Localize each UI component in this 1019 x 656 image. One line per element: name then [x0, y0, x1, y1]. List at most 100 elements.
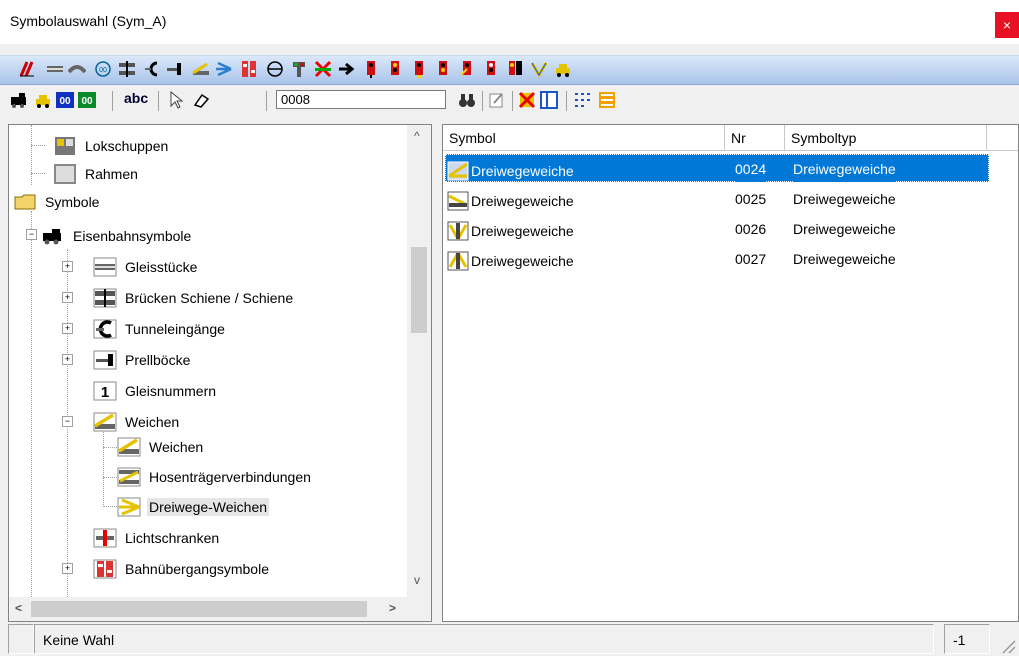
- signal-icon[interactable]: [386, 60, 404, 78]
- details-view-icon[interactable]: [598, 91, 616, 109]
- column-header-symbol[interactable]: Symbol: [443, 125, 725, 151]
- expand-toggle[interactable]: +: [62, 563, 73, 574]
- tunnel-icon[interactable]: [143, 60, 161, 78]
- level-crossing-icon: [93, 559, 117, 579]
- table-row[interactable]: Dreiwegeweiche 0024 Dreiwegeweiche: [443, 156, 1018, 184]
- scroll-down-icon[interactable]: v: [414, 573, 420, 587]
- expand-toggle[interactable]: +: [62, 261, 73, 272]
- parallel-tracks-icon[interactable]: [18, 60, 36, 78]
- track-number-display-icon[interactable]: 00: [94, 60, 112, 78]
- three-way-switch-icon[interactable]: [214, 60, 232, 78]
- tree-item-bahnuebergang[interactable]: Bahnübergangsymbole: [93, 554, 271, 582]
- tree-item-eisenbahnsymbole[interactable]: Eisenbahnsymbole: [41, 221, 193, 249]
- direction-arrow-icon[interactable]: [338, 60, 356, 78]
- table-row[interactable]: Dreiwegeweiche 0027 Dreiwegeweiche: [443, 246, 1018, 274]
- number-display-blue-icon[interactable]: 00: [56, 91, 74, 109]
- track-icon: [93, 257, 117, 277]
- car-icon[interactable]: [554, 60, 572, 78]
- tunnel-icon: [93, 319, 117, 339]
- tree-item-lokschuppen[interactable]: Lokschuppen: [53, 131, 170, 159]
- tree-line: [31, 211, 32, 611]
- closed-track-icon[interactable]: [314, 60, 332, 78]
- main-toolbar: 00 00 abc: [0, 87, 1019, 117]
- small-icons-view-icon[interactable]: [574, 91, 592, 109]
- symbol-list[interactable]: Symbol Nr Symboltyp Dreiwegeweiche 0024 …: [442, 124, 1019, 622]
- signal-post-icon[interactable]: [290, 60, 308, 78]
- tree-vertical-scrollbar[interactable]: ^ v: [407, 125, 431, 597]
- tree-item-rahmen[interactable]: Rahmen: [53, 159, 140, 187]
- scissors-crossing-icon: [117, 467, 141, 487]
- level-crossing-icon[interactable]: [240, 60, 258, 78]
- tree-item-dreiwege-weichen[interactable]: Dreiwege-Weichen: [117, 492, 270, 520]
- nr-cell: 0024: [735, 156, 767, 182]
- nr-cell: 0026: [735, 221, 767, 237]
- tree-item-bruecken[interactable]: Brücken Schiene / Schiene: [93, 283, 295, 311]
- tree-item-symbole[interactable]: Symbole: [13, 187, 101, 215]
- scroll-left-icon[interactable]: <: [15, 601, 22, 615]
- number-display-green-icon[interactable]: 00: [78, 91, 96, 109]
- type-cell: Dreiwegeweiche: [793, 221, 896, 237]
- tree-horizontal-scrollbar[interactable]: < >: [9, 597, 409, 621]
- signal-icon[interactable]: [362, 60, 380, 78]
- tree-item-prellboecke[interactable]: Prellböcke: [93, 345, 192, 373]
- buffer-stop-icon[interactable]: [166, 60, 184, 78]
- switch-icon: [117, 437, 141, 457]
- scroll-thumb[interactable]: [31, 601, 367, 617]
- tree-item-hosentraeger[interactable]: Hosenträgerverbindungen: [117, 462, 313, 490]
- tree-item-weichen-sub[interactable]: Weichen: [117, 432, 205, 460]
- symbol-type-toolbar: 00: [0, 55, 1019, 85]
- scroll-right-icon[interactable]: >: [389, 601, 396, 615]
- tree-item-gleisnummern[interactable]: 1 Gleisnummern: [93, 376, 218, 404]
- edit-icon[interactable]: [488, 91, 506, 109]
- symbol-id-input[interactable]: [276, 90, 446, 109]
- column-header-nr[interactable]: Nr: [725, 125, 785, 151]
- signal-icon[interactable]: [506, 60, 524, 78]
- resize-grip-icon[interactable]: [998, 636, 1016, 654]
- tree-item-label: Symbole: [45, 194, 100, 211]
- table-row[interactable]: Dreiwegeweiche 0025 Dreiwegeweiche: [443, 186, 1018, 214]
- list-view-icon[interactable]: [540, 91, 558, 109]
- tree-item-gleisstuecke[interactable]: Gleisstücke: [93, 252, 199, 280]
- switch-icon: [93, 412, 117, 432]
- light-barrier-icon[interactable]: [266, 60, 284, 78]
- toolbar-separator: [266, 91, 267, 111]
- tree-line: [31, 145, 45, 146]
- signal-icon[interactable]: [434, 60, 452, 78]
- column-header-symboltyp[interactable]: Symboltyp: [785, 125, 987, 151]
- tree-line: [103, 477, 117, 478]
- expand-toggle[interactable]: +: [62, 354, 73, 365]
- tree-item-label: Lokschuppen: [85, 138, 169, 155]
- curve-track-icon[interactable]: [68, 60, 86, 78]
- signal-icon[interactable]: [458, 60, 476, 78]
- tree-item-label: Gleisnummern: [125, 383, 217, 400]
- tree-item-lichtschranken[interactable]: Lichtschranken: [93, 523, 221, 551]
- signal-icon[interactable]: [410, 60, 428, 78]
- pointer-icon[interactable]: [168, 91, 186, 109]
- crossing-warning-icon[interactable]: [530, 60, 548, 78]
- tree-item-label: Hosenträgerverbindungen: [149, 469, 311, 486]
- switch-icon[interactable]: [192, 60, 210, 78]
- tree-item-weichen[interactable]: Weichen: [93, 407, 181, 435]
- expand-toggle[interactable]: +: [62, 323, 73, 334]
- collapse-toggle[interactable]: −: [62, 416, 73, 427]
- eraser-icon[interactable]: [192, 91, 210, 109]
- close-button[interactable]: ×: [995, 12, 1019, 38]
- buffer-stop-icon: [93, 350, 117, 370]
- text-tool-button[interactable]: abc: [124, 90, 148, 106]
- car-icon[interactable]: [34, 91, 52, 109]
- tree-item-tunneleingaenge[interactable]: Tunneleingänge: [93, 314, 227, 342]
- signal-icon[interactable]: [482, 60, 500, 78]
- track-icon[interactable]: [46, 60, 64, 78]
- locomotive-icon[interactable]: [10, 91, 28, 109]
- collapse-toggle[interactable]: −: [26, 229, 37, 240]
- tree-item-label: Tunneleingänge: [125, 321, 225, 338]
- table-row[interactable]: Dreiwegeweiche 0026 Dreiwegeweiche: [443, 216, 1018, 244]
- bridge-icon[interactable]: [118, 60, 136, 78]
- scroll-up-icon[interactable]: ^: [414, 129, 420, 143]
- delete-symbol-icon[interactable]: [518, 91, 536, 109]
- tree-item-label: Weichen: [125, 414, 180, 431]
- scroll-thumb[interactable]: [411, 247, 427, 333]
- binoculars-icon[interactable]: [458, 91, 476, 109]
- symbol-tree[interactable]: Lokschuppen Rahmen Symbole − Eisenbahnsy…: [8, 124, 432, 622]
- expand-toggle[interactable]: +: [62, 292, 73, 303]
